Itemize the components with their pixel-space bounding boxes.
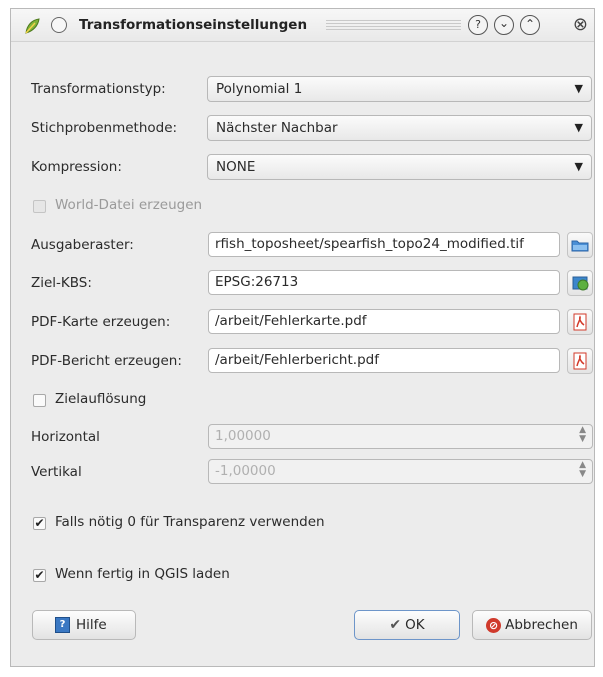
title-bar: Transformationseinstellungen ? ⌄ ⌃ ⊗	[11, 9, 594, 42]
transparency-label: Falls nötig 0 für Transparenz verwenden	[55, 514, 325, 530]
world-file-checkbox[interactable]	[33, 200, 46, 213]
title-bar-grip	[326, 20, 461, 30]
pdf-icon	[573, 352, 587, 370]
checkmark-icon: ✔	[389, 617, 402, 633]
minimize-button[interactable]: ⌄	[494, 15, 514, 35]
select-crs-button[interactable]	[567, 270, 593, 296]
load-in-qgis-label: Wenn fertig in QGIS laden	[55, 566, 230, 582]
help-button[interactable]: ? Hilfe	[32, 610, 136, 640]
transform-type-label: Transformationstyp:	[31, 81, 166, 97]
transformation-settings-dialog: Transformationseinstellungen ? ⌄ ⌃ ⊗ Tra…	[10, 8, 595, 667]
horizontal-label: Horizontal	[31, 429, 100, 445]
pdf-map-input[interactable]: /arbeit/Fehlerkarte.pdf	[208, 309, 560, 334]
transform-type-select[interactable]: Polynomial 1 ▼	[207, 76, 592, 102]
cancel-icon: ⊘	[486, 617, 502, 633]
target-resolution-label: Zielauflösung	[55, 391, 147, 407]
compression-label: Kompression:	[31, 159, 122, 175]
load-in-qgis-checkbox[interactable]: ✔	[33, 569, 46, 582]
transparency-checkbox[interactable]: ✔	[33, 517, 46, 530]
pdf-report-input[interactable]: /arbeit/Fehlerbericht.pdf	[208, 348, 560, 373]
transform-type-value: Polynomial 1	[216, 81, 303, 97]
resampling-method-select[interactable]: Nächster Nachbar ▼	[207, 115, 592, 141]
chevron-down-icon: ▼	[574, 121, 583, 134]
pdf-icon	[573, 313, 587, 331]
target-crs-label: Ziel-KBS:	[31, 275, 92, 291]
chevron-down-icon: ▼	[574, 160, 583, 173]
target-resolution-checkbox[interactable]	[33, 394, 46, 407]
browse-folder-button[interactable]	[567, 232, 593, 258]
browse-pdf-map-button[interactable]	[567, 309, 593, 335]
world-file-label: World-Datei erzeugen	[55, 197, 203, 213]
compression-select[interactable]: NONE ▼	[207, 154, 592, 180]
close-button[interactable]: ⊗	[573, 14, 588, 35]
folder-icon	[571, 240, 589, 252]
chevron-down-icon: ▼	[574, 82, 583, 95]
vertical-label: Vertikal	[31, 464, 82, 480]
help-title-button[interactable]: ?	[468, 15, 488, 35]
pdf-report-label: PDF-Bericht erzeugen:	[31, 353, 182, 369]
cancel-button[interactable]: ⊘ Abbrechen	[472, 610, 592, 640]
window-menu-icon[interactable]	[51, 17, 67, 33]
maximize-button[interactable]: ⌃	[520, 15, 540, 35]
help-book-icon: ?	[55, 617, 70, 633]
ok-button[interactable]: ✔ OK	[354, 610, 460, 640]
crs-globe-icon	[572, 276, 589, 291]
compression-value: NONE	[216, 159, 256, 175]
target-crs-input[interactable]: EPSG:26713	[208, 270, 560, 295]
horizontal-value: 1,00000	[215, 428, 271, 444]
output-raster-input[interactable]: rfish_toposheet/spearfish_topo24_modifie…	[208, 232, 560, 257]
vertical-value: -1,00000	[215, 463, 276, 479]
resampling-method-label: Stichprobenmethode:	[31, 120, 178, 136]
browse-pdf-report-button[interactable]	[567, 348, 593, 374]
qgis-leaf-icon	[25, 18, 40, 34]
vertical-spinbox[interactable]: -1,00000 ▲ ▼	[208, 459, 593, 484]
spinner-arrows-icon: ▲ ▼	[579, 460, 586, 479]
window-title: Transformationseinstellungen	[79, 17, 308, 33]
output-raster-label: Ausgaberaster:	[31, 237, 134, 253]
resampling-method-value: Nächster Nachbar	[216, 120, 338, 136]
horizontal-spinbox[interactable]: 1,00000 ▲ ▼	[208, 424, 593, 449]
spinner-arrows-icon: ▲ ▼	[579, 425, 586, 444]
pdf-map-label: PDF-Karte erzeugen:	[31, 314, 171, 330]
